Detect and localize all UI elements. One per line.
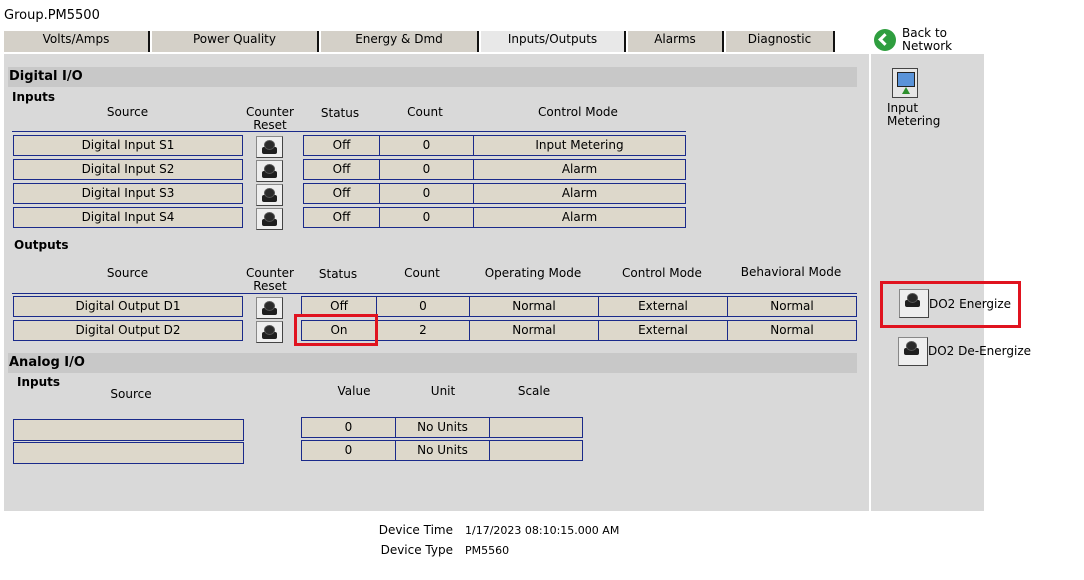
output-source-d2: Digital Output D2: [13, 320, 243, 341]
out-col-header-control-mode: Control Mode: [622, 266, 702, 280]
do2-deenergize-label[interactable]: DO2 De-Energize: [928, 344, 1031, 358]
back-to-network-link[interactable]: Back to Network: [874, 27, 952, 53]
tab-power-quality[interactable]: Power Quality: [152, 31, 319, 52]
tab-alarms[interactable]: Alarms: [628, 31, 724, 52]
analog-scale-1: [489, 417, 583, 438]
col-header-status: Status: [320, 106, 360, 120]
analog-io-header: Analog I/O: [8, 353, 857, 373]
analog-col-header-source: Source: [110, 387, 152, 401]
out-col-header-behavioral-mode: Behavioral Mode: [740, 265, 842, 279]
analog-inputs-label: Inputs: [17, 375, 61, 389]
analog-col-header-value: Value: [337, 384, 371, 398]
back-arrow-icon: [874, 29, 896, 51]
tab-volts-amps[interactable]: Volts/Amps: [4, 31, 150, 52]
input-control-mode-s2: Alarm: [473, 159, 686, 180]
counter-reset-button-s2[interactable]: [256, 160, 283, 182]
device-time-value: 1/17/2023 08:10:15.000 AM: [465, 524, 620, 537]
energize-highlight-box: [880, 281, 1021, 328]
analog-value-2: 0: [301, 440, 396, 461]
digital-outputs-label: Outputs: [14, 238, 69, 252]
device-time-label: Device Time: [378, 523, 453, 537]
input-metering-icon[interactable]: [892, 68, 918, 98]
out-col-header-counter-2: Reset: [253, 279, 287, 293]
analog-unit-1: No Units: [395, 417, 490, 438]
status-highlight-box: [294, 314, 378, 346]
analog-value-1: 0: [301, 417, 396, 438]
input-control-mode-s3: Alarm: [473, 183, 686, 204]
input-status-s2: Off: [303, 159, 380, 180]
col-header-control-mode: Control Mode: [538, 105, 618, 119]
analog-scale-2: [489, 440, 583, 461]
output-operating-mode-d2: Normal: [469, 320, 599, 341]
input-count-s3: 0: [379, 183, 474, 204]
output-count-d2: 2: [376, 320, 470, 341]
input-count-s2: 0: [379, 159, 474, 180]
analog-col-header-scale: Scale: [517, 384, 551, 398]
output-source-d1: Digital Output D1: [13, 296, 243, 317]
counter-reset-button-d1[interactable]: [256, 297, 283, 319]
input-status-s1: Off: [303, 135, 380, 156]
input-count-s4: 0: [379, 207, 474, 228]
input-source-s3: Digital Input S3: [13, 183, 243, 204]
tab-diagnostic[interactable]: Diagnostic: [726, 31, 835, 52]
counter-reset-button-s4[interactable]: [256, 208, 283, 230]
col-header-count: Count: [407, 105, 443, 119]
analog-col-header-unit: Unit: [430, 384, 456, 398]
output-operating-mode-d1: Normal: [469, 296, 599, 317]
back-label-line2: Network: [902, 39, 953, 53]
input-metering-label[interactable]: Input Metering: [887, 102, 940, 128]
analog-source-2: [13, 442, 244, 464]
input-source-s2: Digital Input S2: [13, 159, 243, 180]
col-header-source: Source: [106, 105, 149, 119]
out-col-header-status: Status: [318, 267, 358, 281]
out-col-header-count: Count: [404, 266, 440, 280]
counter-reset-button-s1[interactable]: [256, 136, 283, 158]
out-col-header-source: Source: [106, 266, 149, 280]
counter-reset-button-d2[interactable]: [256, 321, 283, 343]
output-control-mode-d2: External: [598, 320, 728, 341]
output-count-d1: 0: [376, 296, 470, 317]
input-status-s3: Off: [303, 183, 380, 204]
input-source-s4: Digital Input S4: [13, 207, 243, 228]
tab-inputs-outputs[interactable]: Inputs/Outputs: [481, 31, 626, 52]
input-control-mode-s1: Input Metering: [473, 135, 686, 156]
input-source-s1: Digital Input S1: [13, 135, 243, 156]
window-title: Group.PM5500: [4, 8, 100, 23]
tab-energy-dmd[interactable]: Energy & Dmd: [321, 31, 479, 52]
input-count-s1: 0: [379, 135, 474, 156]
analog-source-1: [13, 419, 244, 441]
analog-unit-2: No Units: [395, 440, 490, 461]
digital-inputs-label: Inputs: [12, 90, 56, 104]
do2-deenergize-button[interactable]: [898, 337, 928, 366]
input-status-s4: Off: [303, 207, 380, 228]
counter-reset-button-s3[interactable]: [256, 184, 283, 206]
input-control-mode-s4: Alarm: [473, 207, 686, 228]
digital-io-header: Digital I/O: [8, 67, 857, 87]
output-behavioral-mode-d2: Normal: [727, 320, 857, 341]
output-control-mode-d1: External: [598, 296, 728, 317]
device-type-label: Device Type: [380, 543, 453, 557]
out-col-header-operating-mode: Operating Mode: [484, 266, 582, 280]
output-behavioral-mode-d1: Normal: [727, 296, 857, 317]
device-type-value: PM5560: [465, 544, 510, 557]
